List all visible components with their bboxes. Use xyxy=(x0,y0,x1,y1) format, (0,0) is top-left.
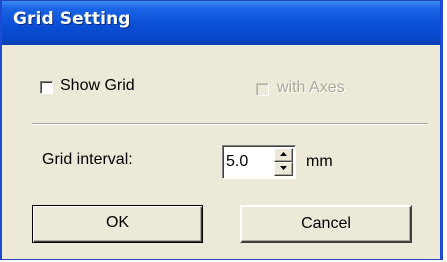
grid-interval-spinner[interactable] xyxy=(222,145,296,179)
grid-interval-unit: mm xyxy=(306,153,333,170)
triangle-down-icon xyxy=(280,166,287,170)
show-grid-checkbox[interactable] xyxy=(40,81,53,94)
spin-buttons xyxy=(274,148,293,176)
grid-interval-input[interactable] xyxy=(226,150,270,174)
with-axes-label: with Axes xyxy=(277,79,345,96)
spin-down-button[interactable] xyxy=(274,162,293,176)
triangle-up-icon xyxy=(280,152,287,156)
dialog-title: Grid Setting xyxy=(13,9,131,29)
show-grid-label[interactable]: Show Grid xyxy=(60,77,135,95)
cancel-button[interactable]: Cancel xyxy=(240,205,412,243)
ok-button[interactable]: OK xyxy=(32,205,203,243)
separator xyxy=(32,123,428,125)
spin-up-button[interactable] xyxy=(274,148,293,162)
grid-interval-label: Grid interval: xyxy=(42,151,133,168)
title-bar[interactable]: Grid Setting xyxy=(2,1,440,45)
with-axes-checkbox[interactable] xyxy=(256,83,269,96)
grid-setting-dialog: Grid Setting Show Grid with Axes Grid in… xyxy=(0,0,443,260)
